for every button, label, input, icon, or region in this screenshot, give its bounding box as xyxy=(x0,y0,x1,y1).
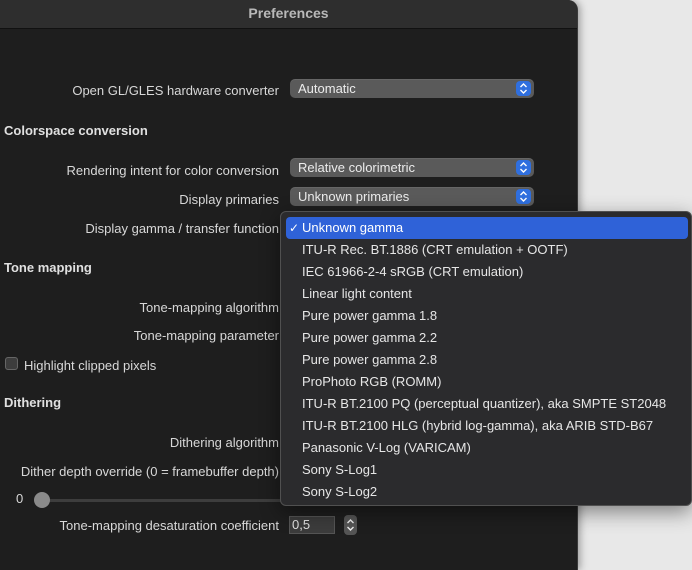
gamma-menu-item-label: ITU-R BT.2100 HLG (hybrid log-gamma), ak… xyxy=(302,418,654,433)
rendering-intent-label: Rendering intent for color conversion xyxy=(66,163,279,178)
highlight-clipped-checkbox[interactable] xyxy=(5,357,18,370)
display-primaries-label: Display primaries xyxy=(179,192,279,207)
stepper-arrows-icon xyxy=(347,519,354,531)
tone-mapping-algorithm-label: Tone-mapping algorithm xyxy=(139,300,279,315)
dithering-algorithm-label: Dithering algorithm xyxy=(169,435,279,450)
gamma-menu-item[interactable]: Linear light content xyxy=(286,283,688,305)
gamma-menu-item[interactable]: ✓ Unknown gamma xyxy=(286,217,688,239)
desaturation-label: Tone-mapping desaturation coefficient xyxy=(59,518,279,533)
display-primaries-value: Unknown primaries xyxy=(298,189,410,204)
window-title: Preferences xyxy=(0,0,577,29)
dither-depth-slider-knob[interactable] xyxy=(34,492,50,508)
tone-mapping-parameter-label: Tone-mapping parameter xyxy=(133,328,279,343)
dither-depth-label: Dither depth override (0 = framebuffer d… xyxy=(20,464,279,479)
display-gamma-popup-menu: ✓ Unknown gamma ITU-R Rec. BT.1886 (CRT em… xyxy=(280,211,692,506)
gamma-menu-item-label: ITU-R Rec. BT.1886 (CRT emulation + OOTF… xyxy=(302,242,568,257)
opengl-select-value: Automatic xyxy=(298,81,356,96)
gamma-menu-item[interactable]: Panasonic V-Log (VARICAM) xyxy=(286,437,688,459)
gamma-menu-item[interactable]: Sony S-Log1 xyxy=(286,459,688,481)
gamma-menu-item-label: ITU-R BT.2100 PQ (perceptual quantizer),… xyxy=(302,396,667,411)
gamma-menu-item-label: Sony S-Log1 xyxy=(302,462,378,477)
up-down-chevron-icon xyxy=(516,160,531,175)
gamma-menu-item-label: Pure power gamma 2.2 xyxy=(302,330,438,345)
gamma-menu-item[interactable]: Pure power gamma 2.2 xyxy=(286,327,688,349)
gamma-menu-item-label: IEC 61966-2-4 sRGB (CRT emulation) xyxy=(302,264,524,279)
rendering-intent-select[interactable]: Relative colorimetric xyxy=(290,158,534,177)
gamma-menu-item[interactable]: ITU-R BT.2100 PQ (perceptual quantizer),… xyxy=(286,393,688,415)
rendering-intent-value: Relative colorimetric xyxy=(298,160,416,175)
gamma-menu-item-label: ProPhoto RGB (ROMM) xyxy=(302,374,442,389)
up-down-chevron-icon xyxy=(516,189,531,204)
gamma-menu-item[interactable]: Sony S-Log2 xyxy=(286,481,688,503)
tone-mapping-section-heading: Tone mapping xyxy=(4,260,92,275)
gamma-menu-item[interactable]: ITU-R Rec. BT.1886 (CRT emulation + OOTF… xyxy=(286,239,688,261)
gamma-menu-item-label: Pure power gamma 1.8 xyxy=(302,308,438,323)
gamma-menu-item-label: Unknown gamma xyxy=(302,220,404,235)
gamma-menu-item[interactable]: ProPhoto RGB (ROMM) xyxy=(286,371,688,393)
desaturation-input[interactable]: 0,5 xyxy=(289,516,335,534)
display-gamma-label: Display gamma / transfer function xyxy=(85,221,279,236)
gamma-menu-item[interactable]: IEC 61966-2-4 sRGB (CRT emulation) xyxy=(286,261,688,283)
gamma-menu-item[interactable]: ITU-R BT.2100 HLG (hybrid log-gamma), ak… xyxy=(286,415,688,437)
colorspace-section-heading: Colorspace conversion xyxy=(4,123,148,138)
gamma-menu-item-label: Linear light content xyxy=(302,286,412,301)
dither-depth-value: 0 xyxy=(16,491,24,506)
dithering-section-heading: Dithering xyxy=(4,395,62,410)
gamma-menu-item[interactable]: Pure power gamma 1.8 xyxy=(286,305,688,327)
gamma-menu-item-label: Panasonic V-Log (VARICAM) xyxy=(302,440,471,455)
gamma-menu-item[interactable]: Pure power gamma 2.8 xyxy=(286,349,688,371)
checkmark-icon: ✓ xyxy=(289,221,300,235)
dither-depth-slider-track[interactable] xyxy=(40,499,285,502)
up-down-chevron-icon xyxy=(516,81,531,96)
gamma-menu-item-label: Sony S-Log2 xyxy=(302,484,378,499)
desaturation-stepper[interactable] xyxy=(344,515,357,535)
opengl-select[interactable]: Automatic xyxy=(290,79,534,98)
gamma-menu-item-label: Pure power gamma 2.8 xyxy=(302,352,438,367)
display-primaries-select[interactable]: Unknown primaries xyxy=(290,187,534,206)
opengl-label: Open GL/GLES hardware converter xyxy=(72,83,279,98)
highlight-clipped-label: Highlight clipped pixels xyxy=(24,358,157,373)
